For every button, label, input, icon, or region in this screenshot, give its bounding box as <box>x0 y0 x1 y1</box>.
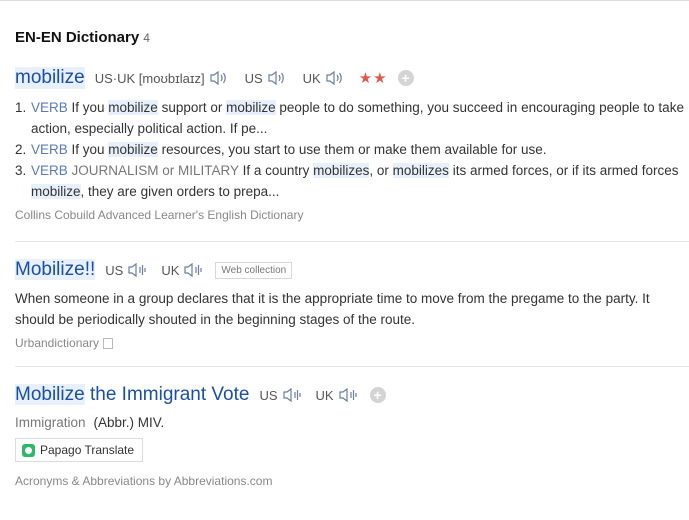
def-text: VERB If you mobilize support or mobilize… <box>31 97 689 139</box>
def-fragment: If you <box>67 142 109 157</box>
entry-header: Mobilize the Immigrant Vote US UK + <box>15 383 689 407</box>
speaker-icon[interactable] <box>127 262 149 278</box>
category-label: Immigration <box>15 415 86 430</box>
keyword-highlight: mobilize <box>31 184 81 199</box>
speaker-icon[interactable] <box>183 262 205 278</box>
section-title-text: EN-EN Dictionary <box>15 29 140 46</box>
def-text: VERB If you mobilize resources, you star… <box>31 139 547 160</box>
us-label: US <box>244 70 263 86</box>
source-urbandictionary: Urbandictionary <box>15 336 689 350</box>
top-divider <box>0 0 689 1</box>
def-fragment: resources, you start to use them or make… <box>157 142 547 157</box>
definition-item: 1. VERB If you mobilize support or mobil… <box>15 97 689 139</box>
source-abbreviations[interactable]: Acronyms & Abbreviations by Abbreviation… <box>15 474 689 488</box>
keyword-highlight: mobilize <box>108 142 158 157</box>
def-number: 1. <box>15 100 27 115</box>
def-fragment: , they are given orders to prepa... <box>80 184 280 199</box>
def-fragment: , or <box>369 163 393 178</box>
pron-ipa: [moʊbɪlaɪz] <box>138 70 205 86</box>
entry-mobilize: mobilize US·UK [moʊbɪlaɪz] US UK ★★ + 1.… <box>15 66 689 222</box>
headword-text: Mobilize!! <box>15 259 96 280</box>
entry-abbreviation: Mobilize the Immigrant Vote US UK + Immi… <box>15 383 689 488</box>
pron-uk: UK <box>303 70 347 86</box>
def-number: 3. <box>15 163 27 178</box>
def-fragment: If you <box>67 100 109 115</box>
speaker-icon[interactable] <box>282 387 304 403</box>
pron-us: US <box>105 262 149 278</box>
def-number: 2. <box>15 142 27 157</box>
definition-list: 1. VERB If you mobilize support or mobil… <box>15 97 689 202</box>
pron-us: US <box>245 70 289 86</box>
definition-item: 2. VERB If you mobilize resources, you s… <box>15 139 689 160</box>
entry-divider <box>15 241 689 242</box>
uk-label: UK <box>161 262 180 278</box>
headword-rest: the Immigrant Vote <box>84 384 250 405</box>
plus-circle-icon[interactable]: + <box>397 70 414 86</box>
definition-text: When someone in a group declares that it… <box>15 291 650 327</box>
source-label[interactable]: Urbandictionary <box>15 336 99 350</box>
def-text: VERB JOURNALISM or MILITARY If a country… <box>31 160 689 202</box>
def-fragment: support or <box>157 100 227 115</box>
pronunciation: US·UK [moʊbɪlaɪz] <box>95 70 231 86</box>
papago-logo-icon <box>22 443 35 457</box>
part-of-speech: VERB <box>31 163 68 178</box>
keyword-highlight: mobilize <box>226 100 276 115</box>
speaker-icon[interactable] <box>338 387 360 403</box>
part-of-speech: VERB <box>31 142 68 157</box>
abbreviation-text: (Abbr.) MIV. <box>93 415 165 430</box>
headword-link[interactable]: Mobilize the Immigrant Vote <box>15 384 249 406</box>
speaker-icon[interactable] <box>325 70 347 86</box>
entry-header: mobilize US·UK [moʊbɪlaɪz] US UK ★★ + <box>15 66 689 90</box>
pron-us: US <box>259 387 303 403</box>
abbreviation-row: Immigration (Abbr.) MIV. <box>15 415 689 430</box>
headword-link[interactable]: mobilize <box>15 67 85 89</box>
def-fragment: If a country <box>238 163 314 178</box>
entry-mobilize-slang: Mobilize!! US UK Web collection When som… <box>15 258 689 350</box>
plus-circle-icon[interactable]: + <box>369 387 386 403</box>
papago-label: Papago Translate <box>40 443 135 457</box>
pron-label: US·UK <box>94 70 136 86</box>
pron-uk: UK <box>316 387 360 403</box>
entry-header: Mobilize!! US UK Web collection <box>15 258 689 282</box>
us-label: US <box>259 387 278 403</box>
pron-uk: UK <box>161 262 205 278</box>
source-collins[interactable]: Collins Cobuild Advanced Learner's Engli… <box>15 208 689 222</box>
entry-count: 4 <box>143 31 150 45</box>
us-label: US <box>105 262 124 278</box>
web-collection-tag: Web collection <box>215 261 293 279</box>
definition-item: 3. VERB JOURNALISM or MILITARY If a coun… <box>15 160 689 202</box>
headword-highlight: Mobilize <box>15 384 85 405</box>
headword-link[interactable]: Mobilize!! <box>15 259 96 281</box>
section-title: EN-EN Dictionary 4 <box>15 29 150 46</box>
part-of-speech: VERB <box>31 100 68 115</box>
speaker-icon[interactable] <box>267 70 289 86</box>
keyword-highlight: mobilize <box>108 100 158 115</box>
keyword-highlight: mobilizes <box>313 163 370 178</box>
def-fragment: its armed forces, or if its armed forces <box>448 163 679 178</box>
papago-translate-button[interactable]: Papago Translate <box>15 438 144 462</box>
frequency-stars: ★★ <box>358 70 388 87</box>
speaker-icon[interactable] <box>209 70 231 86</box>
keyword-highlight: mobilizes <box>392 163 449 178</box>
copy-icon[interactable] <box>103 337 114 349</box>
subject-domain: JOURNALISM or MILITARY <box>67 163 239 178</box>
uk-label: UK <box>302 70 321 86</box>
entry-divider <box>15 366 689 367</box>
uk-label: UK <box>315 387 334 403</box>
